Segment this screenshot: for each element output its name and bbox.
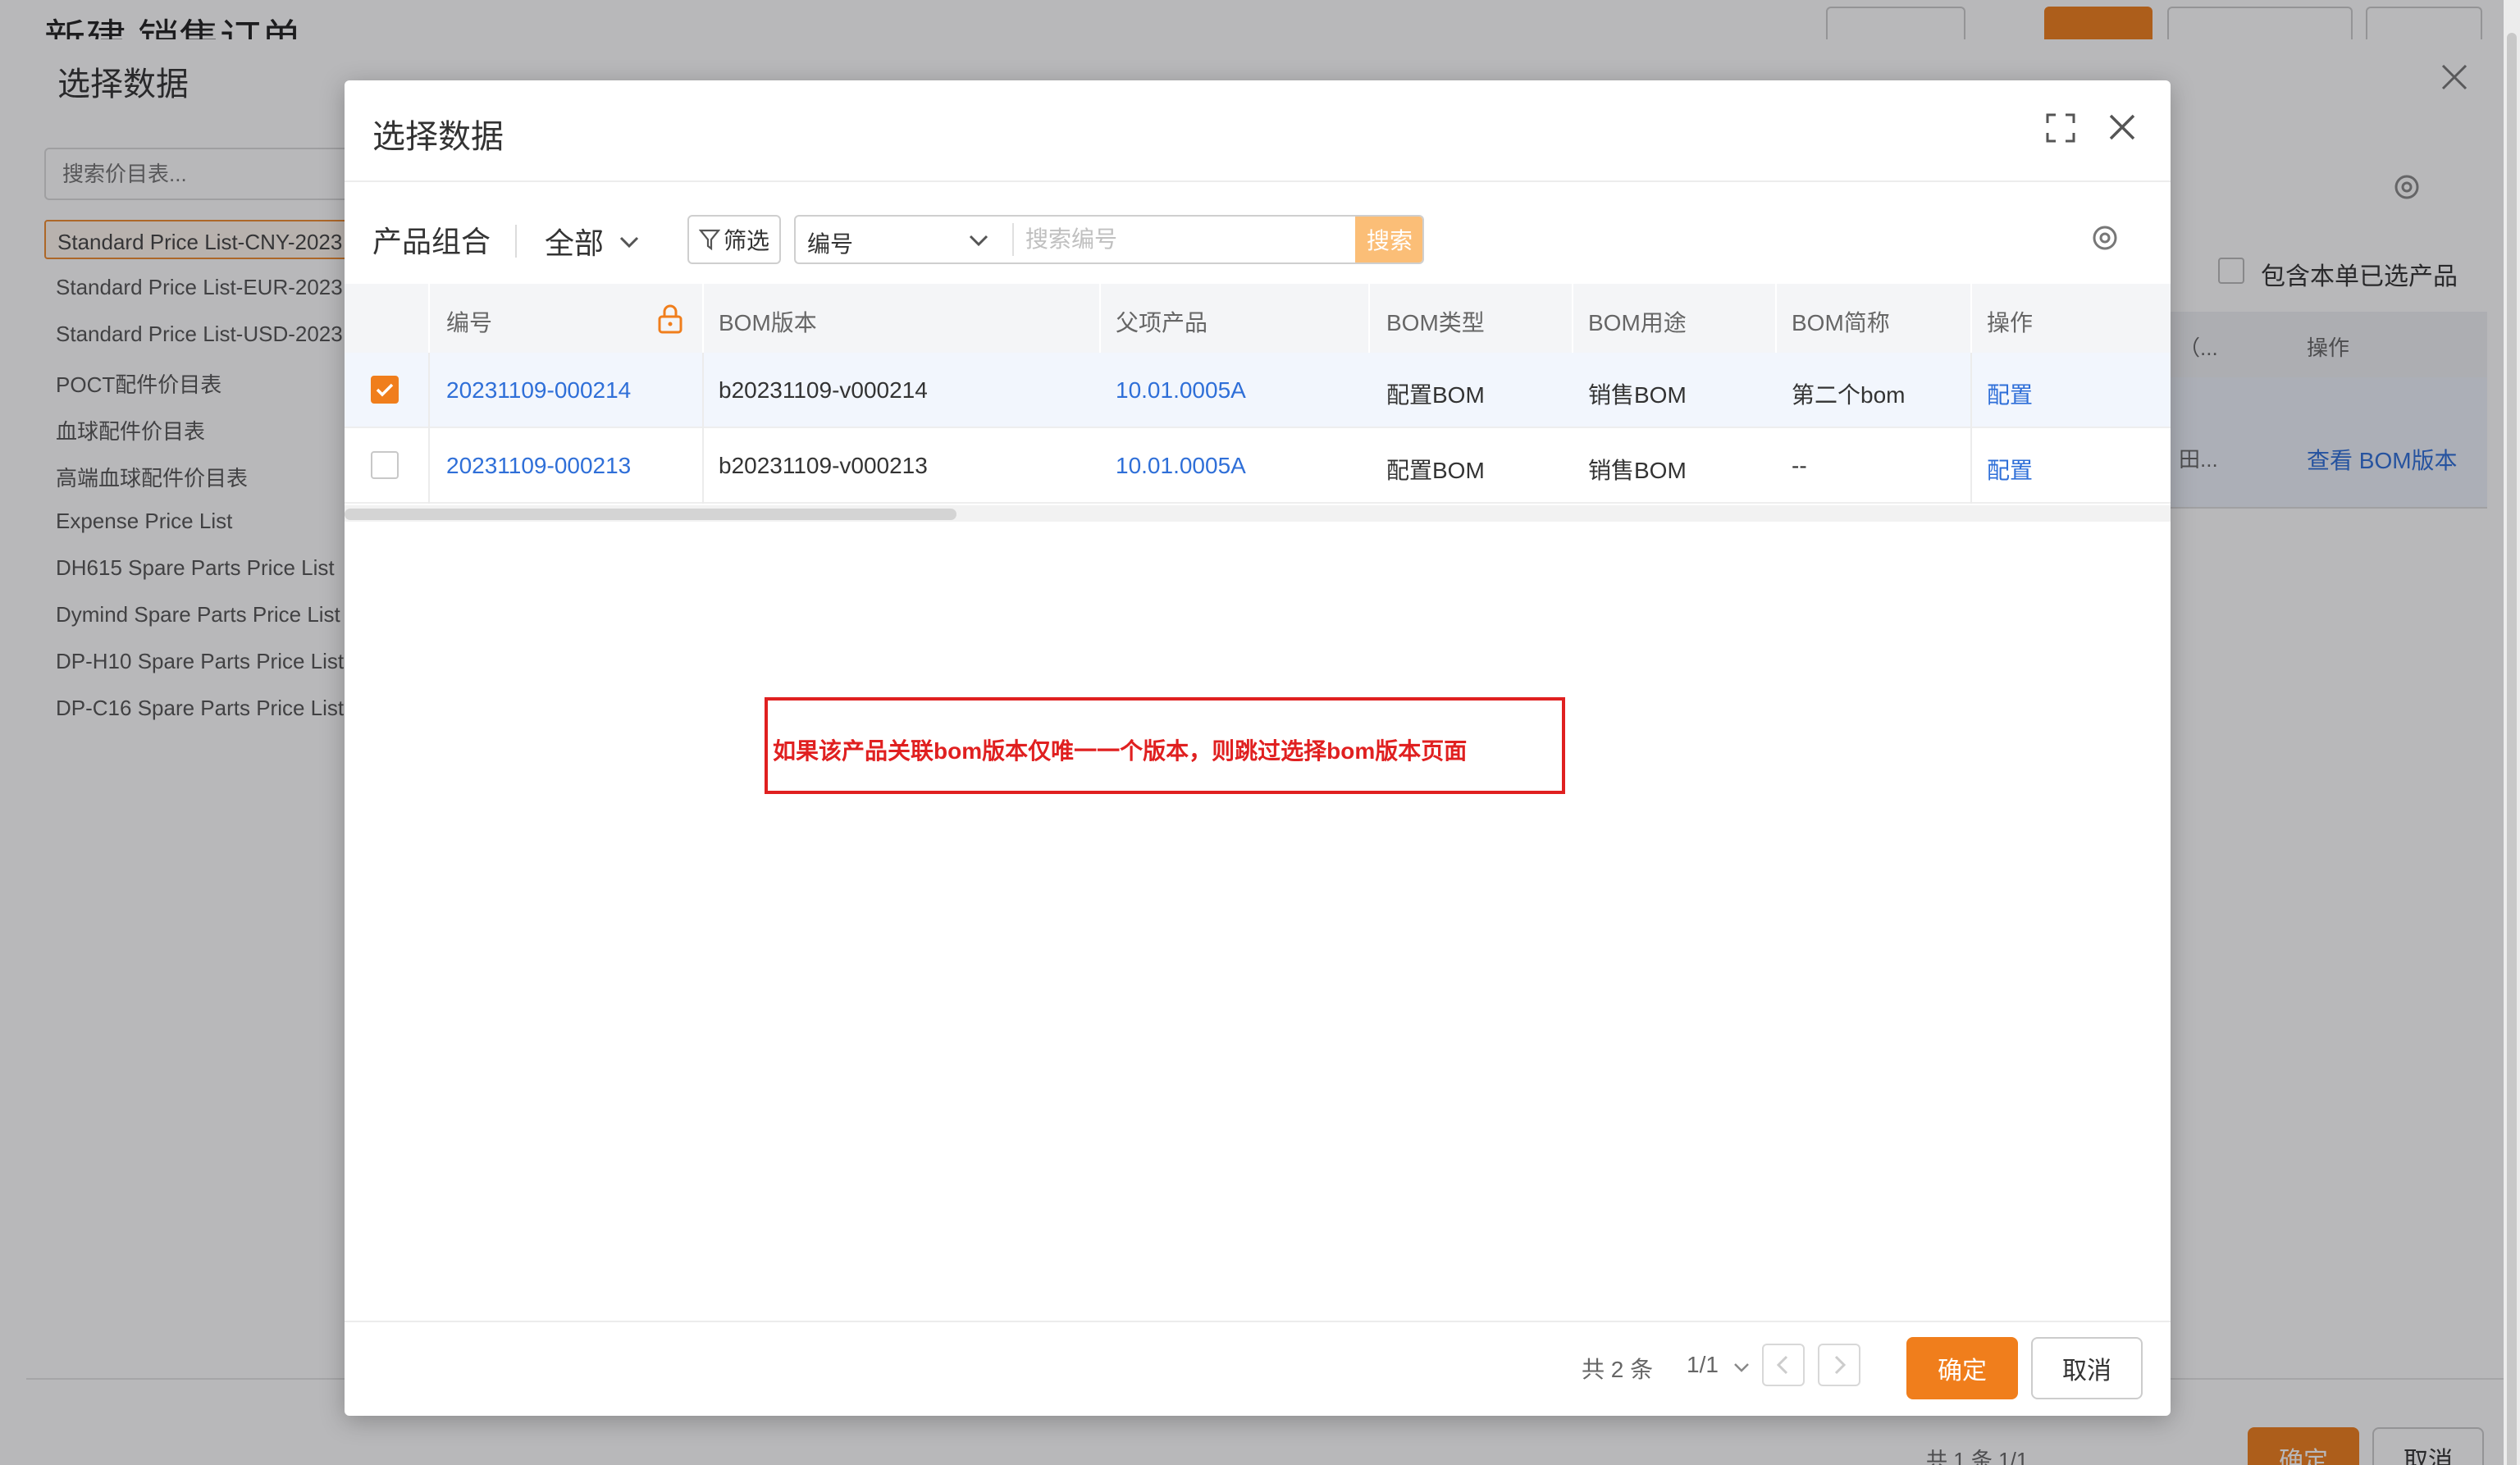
cell-divider [1970, 428, 1972, 504]
header-divider [702, 284, 704, 353]
annotation-box: 如果该产品关联bom版本仅唯一一个版本，则跳过选择bom版本页面 [765, 697, 1565, 794]
configure-link[interactable]: 配置 [1987, 453, 2033, 486]
cell-bom-version: b20231109-v000213 [719, 453, 928, 478]
cell-bom-short-name: 第二个bom [1792, 382, 1906, 408]
inner-select-dialog: 选择数据 产品组合 全部 筛选 编号 搜索 编号 BOM版本 [345, 80, 2171, 1416]
cell-bom-version: b20231109-v000214 [719, 377, 928, 403]
header-divider [1572, 284, 1573, 353]
column-header-bom-version[interactable]: BOM版本 [719, 305, 817, 338]
cell-divider [428, 428, 430, 504]
row-checkbox[interactable] [371, 451, 399, 479]
header-divider [1099, 284, 1101, 353]
cell-code-link[interactable]: 20231109-000213 [446, 453, 631, 479]
search-group: 编号 搜索 [794, 215, 1424, 264]
lock-icon[interactable] [656, 303, 684, 335]
column-header-bom-type[interactable]: BOM类型 [1386, 305, 1485, 338]
gear-icon[interactable] [2089, 221, 2121, 254]
horizontal-scrollbar[interactable] [345, 505, 2171, 522]
search-input[interactable] [1019, 218, 1347, 261]
cell-bom-usage: 销售BOM [1588, 382, 1687, 408]
title-divider [345, 180, 2171, 182]
chevron-down-icon[interactable] [966, 228, 991, 253]
cell-parent-product-link[interactable]: 10.01.0005A [1116, 453, 1246, 479]
scope-dropdown[interactable]: 全部 [545, 220, 604, 262]
cell-divider [428, 353, 430, 428]
pagination-total: 共 2 条 [1582, 1357, 1654, 1382]
prev-page-button[interactable] [1762, 1344, 1805, 1386]
header-divider [1368, 284, 1370, 353]
check-icon [376, 383, 394, 397]
filter-label: 筛选 [723, 228, 769, 253]
cell-bom-usage: 销售BOM [1588, 458, 1687, 483]
search-button[interactable]: 搜索 [1355, 217, 1422, 262]
filter-button[interactable]: 筛选 [687, 215, 781, 264]
chevron-left-icon [1776, 1355, 1788, 1375]
column-header-operation: 操作 [1987, 310, 2034, 335]
cell-code-link[interactable]: 20231109-000214 [446, 377, 631, 404]
cell-bom-short-name: -- [1792, 453, 1807, 478]
footer-divider [345, 1321, 2171, 1322]
toolbar-divider [515, 225, 517, 258]
cancel-button[interactable]: 取消 [2031, 1337, 2143, 1399]
chevron-down-icon[interactable] [1731, 1357, 1752, 1378]
inner-dialog-title: 选择数据 [372, 119, 504, 155]
header-divider [1970, 284, 1972, 353]
confirm-button[interactable]: 确定 [1906, 1337, 2018, 1399]
annotation-text: 如果该产品关联bom版本仅唯一一个版本，则跳过选择bom版本页面 [773, 738, 1468, 764]
chevron-right-icon [1834, 1355, 1847, 1375]
column-header-bom-short-name[interactable]: BOM简称 [1792, 305, 1890, 338]
column-header-bom-usage[interactable]: BOM用途 [1588, 305, 1687, 338]
vertical-scrollbar-thumb[interactable] [2507, 33, 2517, 1465]
header-divider [428, 284, 430, 353]
cell-divider [702, 428, 704, 504]
cell-bom-type: 配置BOM [1386, 458, 1485, 483]
filter-icon [698, 229, 720, 251]
cell-bom-type: 配置BOM [1386, 382, 1485, 408]
cell-divider [1970, 353, 1972, 428]
fullscreen-icon[interactable] [2044, 112, 2077, 144]
horizontal-scrollbar-thumb[interactable] [345, 509, 956, 520]
cell-parent-product-link[interactable]: 10.01.0005A [1116, 377, 1246, 404]
row-checkbox[interactable] [371, 376, 399, 404]
header-divider [1775, 284, 1777, 353]
configure-link[interactable]: 配置 [1987, 377, 2033, 410]
search-divider [1012, 223, 1014, 256]
column-header-parent-product[interactable]: 父项产品 [1116, 305, 1208, 338]
table-header: 编号 BOM版本 父项产品 BOM类型 BOM用途 BOM简称 操作 [345, 284, 2171, 353]
chevron-down-icon[interactable] [617, 230, 641, 254]
vertical-scrollbar[interactable] [2504, 0, 2520, 1465]
next-page-button[interactable] [1818, 1344, 1860, 1386]
cell-divider [702, 353, 704, 428]
product-group-label: 产品组合 [372, 225, 491, 258]
column-header-code[interactable]: 编号 [446, 305, 492, 338]
pagination-page-select[interactable]: 1/1 [1687, 1352, 1719, 1378]
close-icon[interactable] [2105, 110, 2139, 144]
table-row[interactable]: 20231109-000214 b20231109-v000214 10.01.… [345, 353, 2171, 428]
table-row[interactable]: 20231109-000213 b20231109-v000213 10.01.… [345, 428, 2171, 504]
